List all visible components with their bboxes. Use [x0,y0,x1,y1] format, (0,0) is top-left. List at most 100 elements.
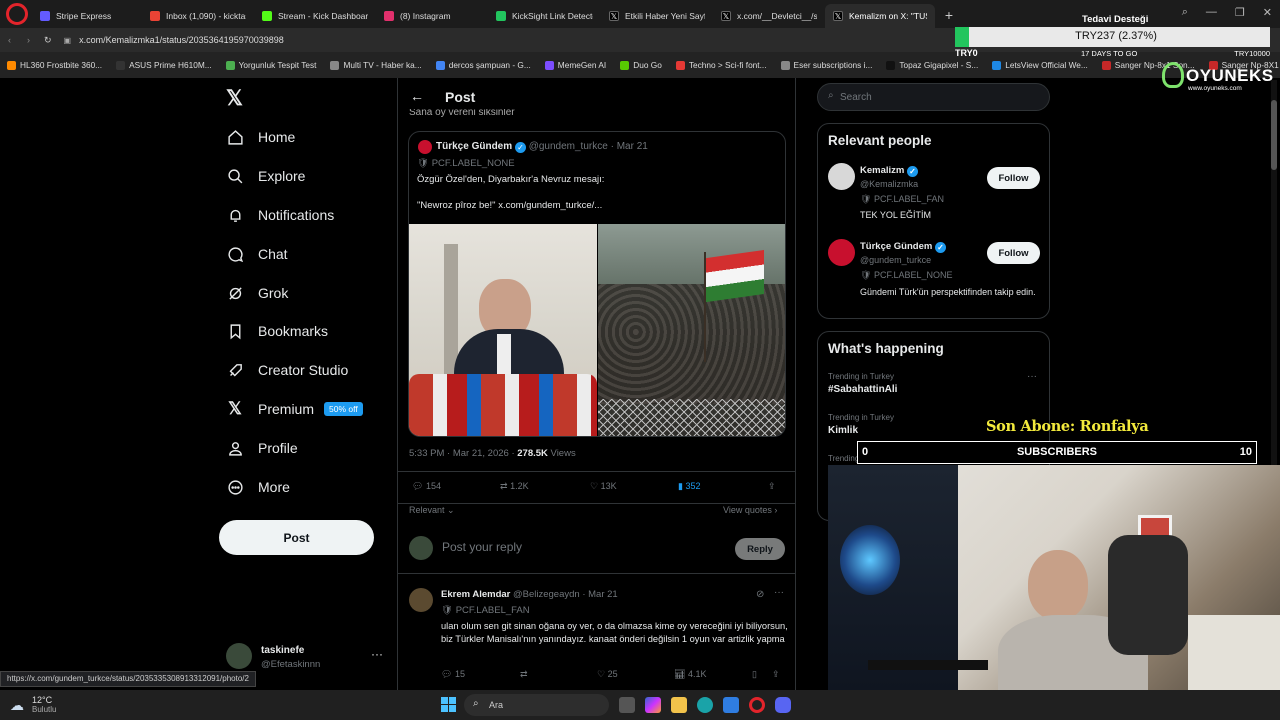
oyuneks-mascot-icon [1162,62,1184,88]
quoted-post[interactable]: Türkçe Gündem ✓ @gundem_turkce · Mar 21 … [408,131,786,437]
reply-reply-action[interactable]: 💬︎ 15 [441,669,465,680]
reply-views[interactable]: 📊︎ 4.1K [674,669,706,680]
last-subscriber-label: Son Abone: Ronfalya [986,418,1149,435]
bookmark-item[interactable]: dercos şampuan - G... [429,60,538,70]
grok-icon[interactable]: ⊘ [756,589,764,600]
discord-icon[interactable] [775,697,791,713]
reply-like-action[interactable]: ♡ 25 [597,669,618,680]
nav-bookmarks[interactable]: Bookmarks [226,322,328,340]
share-icon[interactable]: ⇪ [772,669,780,680]
share-icon[interactable]: ⇪ [768,481,776,492]
bookmark-label: Topaz Gigapixel - S... [899,60,979,70]
bookmark-item[interactable]: LetsView Official We... [985,60,1095,70]
task-view-icon[interactable] [619,697,635,713]
trend-item[interactable]: Trending in Turkey #SabahattinAli ··· [818,370,1049,402]
bookmark-item[interactable]: HL360 Frostbite 360... [0,60,109,70]
file-explorer-icon[interactable] [671,697,687,713]
reply-post[interactable]: Ekrem Alemdar @Belizegeaydn · Mar 21 ⊘ ·… [398,586,795,690]
sponsor-name: OYUNEKS [1186,66,1274,85]
bookmark-item[interactable]: ASUS Prime H610M... [109,60,219,70]
more-circle-icon [226,478,244,496]
person-handle: @Kemalizmka [860,179,919,189]
more-icon[interactable]: ··· [774,587,784,598]
bookmark-item[interactable]: MemeGen AI [538,60,613,70]
browser-tab[interactable]: 𝕏 Etkili Haber Yeni Sayfa on [601,4,713,28]
tab-favicon-icon [384,11,394,21]
account-switcher[interactable]: taskinefe @Efetaskinnn ··· [226,643,386,673]
more-icon[interactable]: ··· [371,647,383,661]
x-logo-icon[interactable]: 𝕏 [226,86,243,111]
url-field[interactable]: x.com/Kemalizmka1/status/203536419597003… [79,35,284,45]
follow-button[interactable]: Follow [987,242,1040,264]
nav-label-home: Home [258,129,296,145]
sort-dropdown[interactable]: Relevant ⌄ [409,505,455,516]
nav-home[interactable]: Home [226,128,295,146]
reply-count: 154 [425,481,441,491]
reply-action[interactable]: 💬︎ 154 [412,481,441,492]
browser-tab[interactable]: 𝕏x.com/__Devletci__/stat [713,4,825,28]
nav-grok[interactable]: Grok [226,284,288,302]
reply-repost-action[interactable]: ⇄ [520,669,528,680]
tab-label: KickSight Link Detector [512,11,593,21]
tab-favicon-icon: 𝕏 [609,11,619,21]
post-action-bar: 💬︎ 154 ⇄ 1.2K ♡ 13K ▮ 352 ⇪ [412,481,784,497]
reply-label: PCF.LABEL_FAN [455,605,530,616]
bookmark-item[interactable]: Topaz Gigapixel - S... [879,60,985,70]
browser-tab[interactable]: 𝕏 Kemalizm on X: "TUSAŞ k [825,4,935,28]
person-card[interactable]: Kemalizm ✓ @Kemalizmka 🛡 PCF.LABEL_FAN T… [818,160,1051,228]
nav-notifications[interactable]: Notifications [226,206,334,224]
back-icon[interactable]: ‹ [8,35,11,45]
nav-profile[interactable]: Profile [226,439,298,457]
scrollbar-thumb[interactable] [1271,100,1277,170]
start-icon[interactable] [441,697,456,712]
nav-chat[interactable]: Chat [226,245,288,263]
premium-badge: 50% off [324,402,363,416]
copilot-icon[interactable] [645,697,661,713]
quoted-image-1[interactable] [409,224,597,436]
post-button[interactable]: Post [219,520,374,555]
verified-icon: ✓ [514,142,526,153]
opera-icon[interactable] [749,697,765,713]
nav-premium[interactable]: 𝕏 Premium 50% off [226,399,363,418]
weather-icon[interactable]: ☁ [10,697,24,714]
browser-tab[interactable]: Stripe Express [32,4,142,28]
nav-more[interactable]: More [226,478,290,496]
nav-creator-studio[interactable]: Creator Studio [226,361,348,379]
like-action[interactable]: ♡ 13K [590,481,617,492]
bookmark-item[interactable]: Eser subscriptions i... [774,60,880,70]
more-icon[interactable]: ··· [1027,371,1037,382]
quoted-image-2[interactable] [598,224,785,436]
view-quotes-link[interactable]: View quotes › [723,505,777,515]
follow-button[interactable]: Follow [987,167,1040,189]
search-input[interactable]: ⌕ Search [817,83,1050,111]
reload-icon[interactable]: ↻ [44,35,52,46]
browser-tab[interactable]: KickSight Link Detector [488,4,601,28]
browser-tab[interactable]: Stream - Kick Dashboard [254,4,376,28]
bookmark-action[interactable]: ▮ 352 [678,481,701,492]
bookmark-icon[interactable]: ▯ [752,669,757,680]
taskbar-search[interactable]: ⌕ Ara [464,694,609,716]
back-arrow-icon[interactable]: ← [410,88,424,104]
opera-logo-icon[interactable] [6,3,28,25]
bookmark-item[interactable]: Techno > Sci-fi font... [669,60,774,70]
repost-action[interactable]: ⇄ 1.2K [500,481,529,492]
repost-count: 1.2K [510,481,529,491]
person-card[interactable]: Türkçe Gündem ✓ @gundem_turkce 🛡 PCF.LAB… [818,236,1051,316]
browser-tab[interactable]: Inbox (1,090) - kicktasking [142,4,254,28]
bookmark-item[interactable]: Yorgunluk Tespit Test [219,60,324,70]
edge-icon[interactable] [697,697,713,713]
browser-tab[interactable]: (8) Instagram [376,4,488,28]
search-icon: ⌕ [828,90,834,101]
forward-icon[interactable]: › [27,35,30,45]
bookmark-item[interactable]: Multi TV - Haber ka... [323,60,428,70]
avatar [828,163,855,190]
reply-button[interactable]: Reply [735,538,785,560]
quoted-handle: @gundem_turkce [528,141,608,152]
store-icon[interactable] [723,697,739,713]
reply-input[interactable]: Post your reply [442,540,522,554]
nav-label-bookmarks: Bookmarks [258,323,329,339]
nav-explore[interactable]: Explore [226,167,305,185]
bookmark-favicon-icon [992,60,1002,70]
bookmark-item[interactable]: Duo Go [613,60,669,70]
person-name: Türkçe Gündem [860,241,933,252]
